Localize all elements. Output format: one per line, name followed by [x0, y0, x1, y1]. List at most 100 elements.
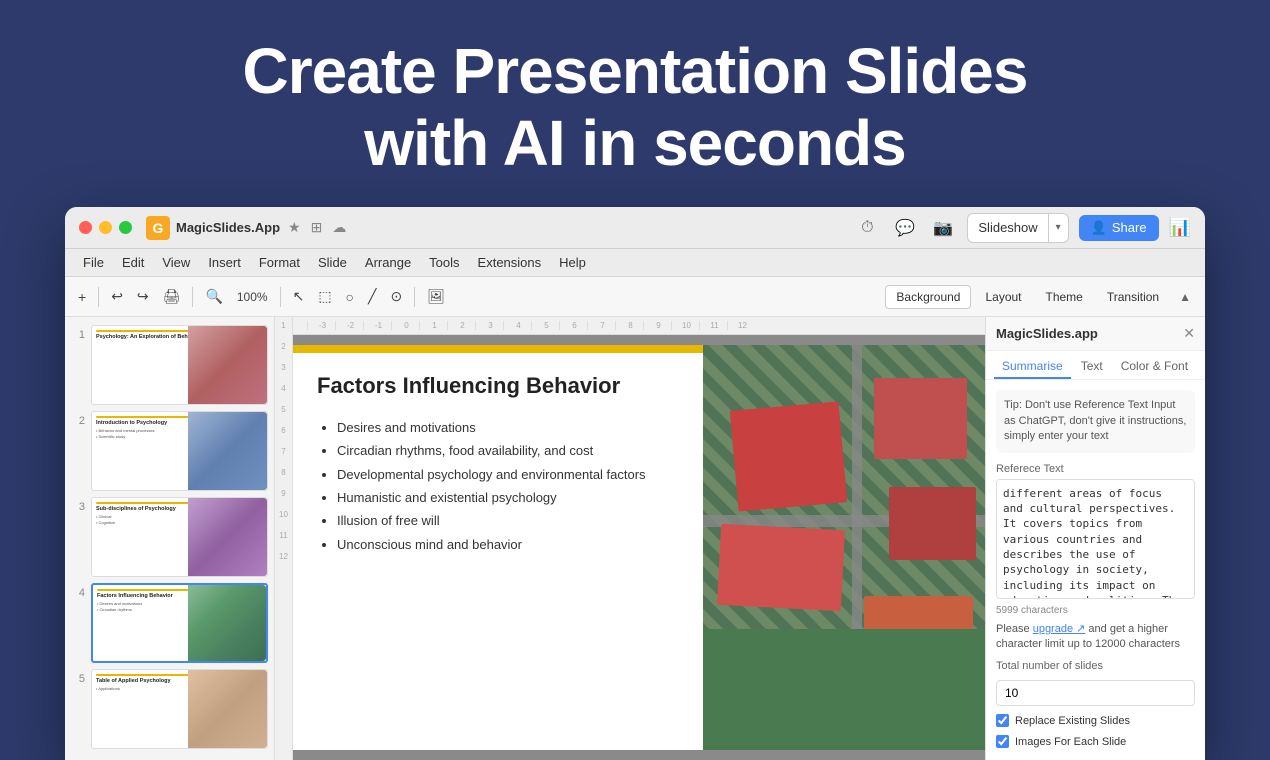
comment-icon[interactable]: 💬 — [891, 214, 919, 242]
slide-preview-1[interactable]: Psychology: An Exploration of Behavior a… — [91, 325, 268, 405]
bullet-list: Desires and motivations Circadian rhythm… — [317, 416, 679, 556]
images-slide-checkbox[interactable] — [996, 735, 1009, 748]
replace-slides-row: Replace Existing Slides — [996, 714, 1195, 727]
aerial-photo — [703, 345, 985, 750]
slides-count-input[interactable] — [996, 680, 1195, 706]
slide-preview-3[interactable]: Sub-disciplines of Psychology • Clinical… — [91, 497, 268, 577]
menu-file[interactable]: File — [75, 253, 112, 272]
panel-header: MagicSlides.app ✕ — [986, 317, 1205, 351]
menu-format[interactable]: Format — [251, 253, 308, 272]
redo-button[interactable]: ↪ — [132, 285, 154, 308]
share-button[interactable]: 👤 Share — [1079, 215, 1159, 241]
camera-icon[interactable]: 📷 — [929, 214, 957, 242]
tab-summarise[interactable]: Summarise — [994, 355, 1071, 379]
slide-thumb-3[interactable]: 3 Sub-disciplines of Psychology • Clinic… — [71, 497, 268, 577]
print-button[interactable]: 🖨 — [158, 285, 186, 308]
editor-main: -3-2 -10 12 34 56 78 910 1112 — [293, 317, 985, 760]
slide-panel: 1 Psychology: An Exploration of Behavior… — [65, 317, 275, 760]
shape-tool[interactable]: ○ — [341, 286, 359, 308]
title-bar-icons: ★ ⊞ ☁ — [288, 219, 346, 236]
line-tool[interactable]: ╱ — [363, 285, 381, 308]
fullscreen-button[interactable] — [119, 221, 132, 234]
editor-with-rulers: 12345 678910 1112 -3-2 -10 12 34 56 78 9… — [275, 317, 985, 760]
history-icon[interactable]: ⏱ — [853, 214, 881, 242]
menu-extensions[interactable]: Extensions — [470, 253, 550, 272]
bullet-3: Developmental psychology and environment… — [337, 463, 679, 486]
editor-area: Factors Influencing Behavior Desires and… — [293, 335, 985, 760]
slides-count-label: Total number of slides — [996, 660, 1195, 672]
select-tool[interactable]: ⬚ — [313, 285, 336, 308]
menu-tools[interactable]: Tools — [421, 253, 467, 272]
slide-canvas[interactable]: Factors Influencing Behavior Desires and… — [293, 345, 985, 750]
tab-theme[interactable]: Theme — [1036, 286, 1093, 308]
menu-slide[interactable]: Slide — [310, 253, 355, 272]
tab-layout[interactable]: Layout — [975, 286, 1031, 308]
close-button[interactable] — [79, 221, 92, 234]
replace-slides-checkbox[interactable] — [996, 714, 1009, 727]
images-slide-row: Images For Each Slide — [996, 735, 1195, 748]
image-tool[interactable]: 🖼 — [422, 285, 450, 308]
main-content: 1 Psychology: An Exploration of Behavior… — [65, 317, 1205, 760]
ref-text-label: Referece Text — [996, 463, 1195, 475]
cloud-icon[interactable]: ☁ — [332, 219, 346, 236]
present-icon[interactable]: ⊞ — [311, 219, 323, 236]
cursor-tool[interactable]: ↖ — [288, 285, 310, 308]
slideshow-caret[interactable]: ▾ — [1049, 222, 1068, 233]
panel-tabs: Summarise Text Color & Font — [986, 351, 1205, 380]
toolbar: + ↩ ↪ 🖨 🔍 100% ↖ ⬚ ○ ╱ ⊙ 🖼 Background La… — [65, 277, 1205, 317]
tab-background[interactable]: Background — [885, 285, 971, 309]
slide-preview-4[interactable]: Factors Influencing Behavior • Desires a… — [91, 583, 268, 663]
share-icon: 👤 — [1091, 220, 1107, 236]
images-slide-label: Images For Each Slide — [1015, 736, 1126, 748]
ref-text-input[interactable]: different areas of focus and cultural pe… — [996, 479, 1195, 599]
slideshow-button[interactable]: Slideshow ▾ — [967, 213, 1068, 243]
menu-insert[interactable]: Insert — [200, 253, 249, 272]
zoom-level[interactable]: 100% — [232, 287, 273, 307]
char-count: 5999 characters — [996, 605, 1195, 616]
bullet-2: Circadian rhythms, food availability, an… — [337, 439, 679, 462]
tip-box: Tip: Don't use Reference Text Input as C… — [996, 390, 1195, 452]
traffic-lights — [79, 221, 132, 234]
app-window: G MagicSlides.App ★ ⊞ ☁ ⏱ 💬 📷 Slideshow … — [65, 207, 1205, 760]
star-icon[interactable]: ★ — [288, 219, 301, 236]
replace-slides-label: Replace Existing Slides — [1015, 715, 1130, 727]
tab-text[interactable]: Text — [1073, 355, 1111, 379]
menu-view[interactable]: View — [154, 253, 198, 272]
horizontal-ruler: -3-2 -10 12 34 56 78 910 1112 — [293, 317, 985, 335]
menu-edit[interactable]: Edit — [114, 253, 152, 272]
menu-arrange[interactable]: Arrange — [357, 253, 419, 272]
chart-icon[interactable]: 📊 — [1169, 217, 1191, 238]
slide-thumb-1[interactable]: 1 Psychology: An Exploration of Behavior… — [71, 325, 268, 405]
hero-section: Create Presentation Slides with AI in se… — [223, 0, 1048, 207]
bullet-6: Unconscious mind and behavior — [337, 533, 679, 556]
vertical-ruler: 12345 678910 1112 — [275, 317, 293, 760]
add-button[interactable]: + — [73, 286, 91, 308]
slide-content: Factors Influencing Behavior Desires and… — [293, 345, 985, 750]
slide-thumb-5[interactable]: 5 Table of Applied Psychology • Applicat… — [71, 669, 268, 749]
hero-title: Create Presentation Slides with AI in se… — [243, 36, 1028, 179]
slide-thumb-4[interactable]: 4 Factors Influencing Behavior • Desires… — [71, 583, 268, 663]
bullet-1: Desires and motivations — [337, 416, 679, 439]
panel-close-button[interactable]: ✕ — [1183, 325, 1195, 342]
bullet-5: Illusion of free will — [337, 509, 679, 532]
collapse-button[interactable]: ▲ — [1173, 287, 1197, 307]
slide-text-area: Factors Influencing Behavior Desires and… — [293, 345, 703, 750]
tab-color-font[interactable]: Color & Font — [1113, 355, 1196, 379]
undo-button[interactable]: ↩ — [106, 285, 128, 308]
panel-body: Tip: Don't use Reference Text Input as C… — [986, 380, 1205, 760]
slide-title: Factors Influencing Behavior — [317, 373, 679, 399]
slide-preview-5[interactable]: Table of Applied Psychology • Applicatio… — [91, 669, 268, 749]
title-bar: G MagicSlides.App ★ ⊞ ☁ ⏱ 💬 📷 Slideshow … — [65, 207, 1205, 249]
bullet-4: Humanistic and existential psychology — [337, 486, 679, 509]
tab-transition[interactable]: Transition — [1097, 286, 1169, 308]
upgrade-link[interactable]: upgrade ↗ — [1033, 623, 1086, 635]
slide-thumb-2[interactable]: 2 Introduction to Psychology • Behavior … — [71, 411, 268, 491]
upgrade-text: Please upgrade ↗ and get a higher charac… — [996, 622, 1195, 653]
slide-preview-2[interactable]: Introduction to Psychology • Behavior an… — [91, 411, 268, 491]
zoom-out-button[interactable]: 🔍 — [200, 285, 227, 308]
title-bar-right: ⏱ 💬 📷 Slideshow ▾ 👤 Share 📊 — [853, 213, 1191, 243]
action-tool[interactable]: ⊙ — [385, 285, 407, 308]
panel-title: MagicSlides.app — [996, 326, 1098, 341]
menu-help[interactable]: Help — [551, 253, 594, 272]
minimize-button[interactable] — [99, 221, 112, 234]
